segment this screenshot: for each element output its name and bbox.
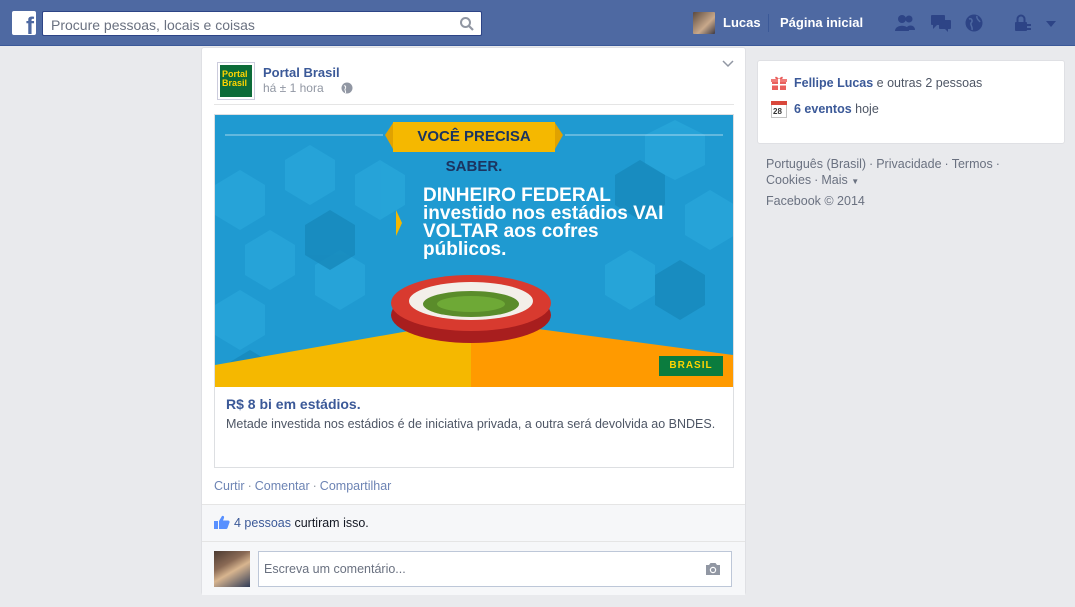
footer-separator: · [869,157,874,171]
birthday-name-link[interactable]: Fellipe Lucas [794,76,873,90]
like-action-link[interactable]: Curtir [214,479,245,493]
shared-link-card[interactable]: VOCÊ PRECISA SABER. DINHEIRO FEDERAL inv… [214,114,734,468]
nav-home-link[interactable]: Página inicial [780,15,863,30]
likes-suffix: curtiram isso. [290,516,369,530]
events-link[interactable]: 6 eventos [794,102,852,116]
comment-action-link[interactable]: Comentar [255,479,310,493]
link-title[interactable]: R$ 8 bi em estádios. [226,396,361,412]
feedback-divider [202,541,745,542]
messages-icon[interactable] [930,13,952,33]
action-separator: · [312,479,317,493]
nav-divider [768,14,769,32]
thumbs-up-icon [214,515,230,529]
account-menu-chevron-icon[interactable] [1044,13,1058,33]
footer-more-link[interactable]: Mais [821,173,847,187]
search-input[interactable]: Procure pessoas, locais e coisas [42,11,482,36]
privacy-lock-icon[interactable] [1012,13,1034,33]
footer-separator: · [995,157,1000,171]
page-footer: Português (Brasil) · Privacidade · Termos · C… [766,156,1061,190]
post-options-chevron-icon[interactable] [722,60,734,68]
user-avatar[interactable] [693,12,715,34]
nav-user-name[interactable]: Lucas [723,15,761,30]
footer-separator: · [814,173,819,187]
feedback-section: 4 pessoas curtiram isso. Escreva um come… [202,504,745,595]
link-preview-image[interactable]: VOCÊ PRECISA SABER. DINHEIRO FEDERAL inv… [215,115,733,387]
comment-placeholder: Escreva um comentário... [264,562,406,576]
events-reminder: 6 eventos hoje [794,102,879,116]
link-description: Metade investida nos estádios é de inici… [226,417,716,431]
likes-summary: 4 pessoas curtiram isso. [234,516,369,530]
post-timestamp[interactable]: há ± 1 hora [263,81,324,95]
reminders-card: Fellipe Lucas e outras 2 pessoas 28 6 ev… [757,60,1065,144]
search-icon[interactable] [459,16,475,32]
birthday-rest: e outras 2 pessoas [873,76,983,90]
notifications-globe-icon[interactable] [964,13,986,33]
feed-post: Portal Brasil Portal Brasil há ± 1 hora [201,47,746,595]
commenter-avatar[interactable] [214,551,250,587]
action-separator: · [247,479,252,493]
birthday-gift-icon [771,76,787,90]
footer-privacy-link[interactable]: Privacidade [876,157,941,171]
footer-separator: · [944,157,949,171]
events-rest: hoje [851,102,879,116]
likes-count-link[interactable]: 4 pessoas [234,516,291,530]
top-navigation-bar: f Procure pessoas, locais e coisas Lucas… [0,0,1075,46]
promo-headline: DINHEIRO FEDERAL investido nos estádios … [423,185,664,260]
share-action-link[interactable]: Compartilhar [320,479,392,493]
footer-copyright: Facebook © 2014 [766,194,865,208]
footer-cookies-link[interactable]: Cookies [766,173,811,187]
footer-language-link[interactable]: Português (Brasil) [766,157,866,171]
public-globe-icon [341,82,353,94]
footer-terms-link[interactable]: Termos [952,157,993,171]
facebook-logo-icon[interactable]: f [12,11,36,35]
more-caret-icon[interactable]: ▼ [851,177,859,186]
birthday-reminder: Fellipe Lucas e outras 2 pessoas [794,76,982,90]
page-avatar[interactable]: Portal Brasil [217,62,255,100]
government-brand-logo: BRASIL [659,356,723,376]
page-name-link[interactable]: Portal Brasil [263,65,340,80]
comment-input[interactable]: Escreva um comentário... [258,551,732,587]
promo-banner-text: VOCÊ PRECISA SABER. [393,122,555,175]
camera-icon[interactable] [705,562,721,576]
search-placeholder: Procure pessoas, locais e coisas [51,17,255,33]
post-actions: Curtir · Comentar · Compartilhar [214,479,391,493]
header-divider [214,104,734,105]
friend-requests-icon[interactable] [894,13,916,33]
calendar-icon: 28 [771,101,787,118]
